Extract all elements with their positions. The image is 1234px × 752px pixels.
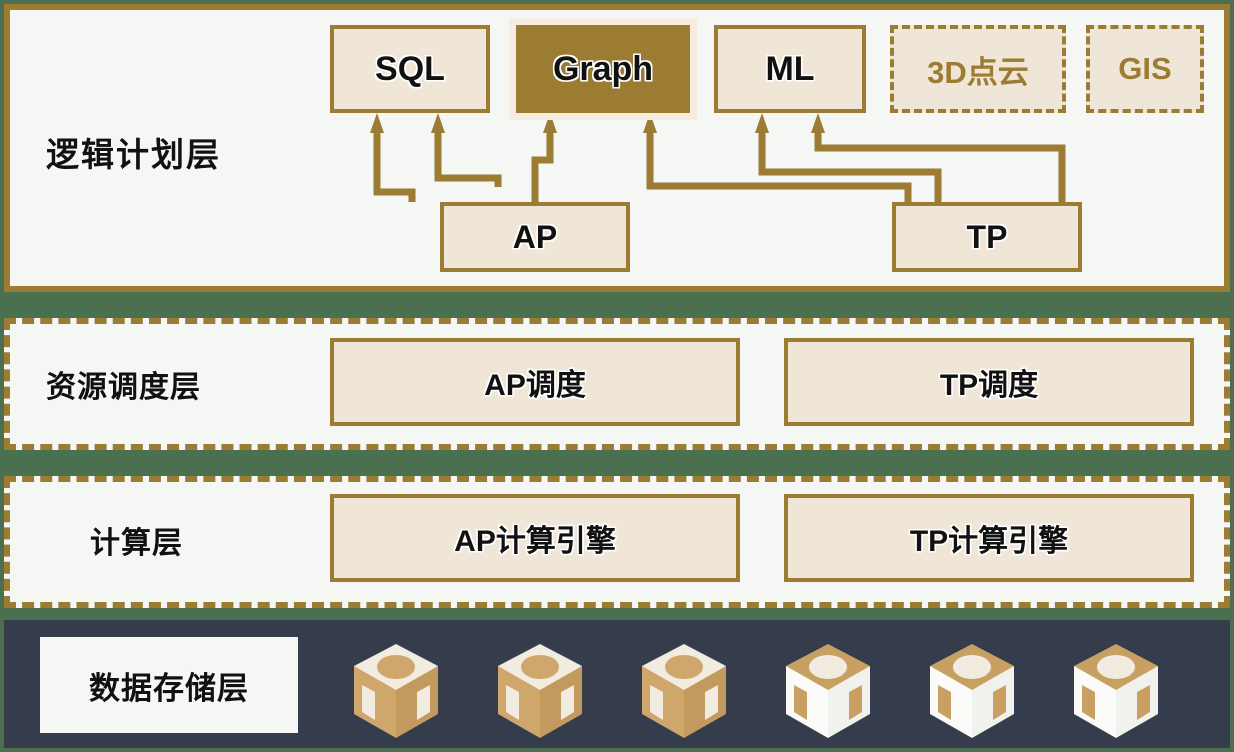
plan-node-graph-label: Graph (552, 49, 654, 88)
scheduler-node-tp-label: TP调度 (939, 369, 1039, 402)
plan-node-ml[interactable]: ML (714, 25, 866, 113)
storage-cube-icon (1068, 638, 1164, 751)
compute-layer-title: 计算层 (90, 527, 183, 560)
engine-node-tp[interactable]: TP (892, 202, 1082, 272)
plan-node-gis-label: GIS (1118, 51, 1172, 86)
storage-cube-icon (348, 638, 444, 751)
compute-node-tp-engine[interactable]: TP计算引擎 (784, 494, 1194, 582)
storage-cube-icon (924, 638, 1020, 751)
compute-node-ap-engine[interactable]: AP计算引擎 (330, 494, 740, 582)
plan-node-3d-point-cloud[interactable]: 3D点云 (890, 25, 1066, 113)
plan-node-gis[interactable]: GIS (1086, 25, 1204, 113)
compute-node-tp-engine-label: TP计算引擎 (909, 525, 1069, 558)
storage-cube-icon (492, 638, 588, 751)
logic-plan-layer-title: 逻辑计划层 (46, 136, 221, 173)
plan-node-sql-label: SQL (375, 49, 445, 88)
plan-node-3d-point-cloud-label: 3D点云 (927, 54, 1029, 90)
scheduler-node-ap-label: AP调度 (484, 369, 586, 402)
engine-node-tp-label: TP (966, 218, 1008, 255)
storage-layer-title: 数据存储层 (89, 670, 249, 706)
scheduler-node-tp[interactable]: TP调度 (784, 338, 1194, 426)
scheduler-layer-title: 资源调度层 (46, 371, 201, 404)
plan-node-graph[interactable]: Graph (509, 18, 697, 120)
plan-node-ml-label: ML (765, 49, 815, 88)
storage-layer-title-box: 数据存储层 (40, 637, 298, 733)
plan-node-sql[interactable]: SQL (330, 25, 490, 113)
compute-node-ap-engine-label: AP计算引擎 (454, 525, 616, 558)
engine-node-ap[interactable]: AP (440, 202, 630, 272)
scheduler-node-ap[interactable]: AP调度 (330, 338, 740, 426)
storage-cube-icon (780, 638, 876, 751)
engine-node-ap-label: AP (512, 218, 558, 255)
storage-cube-icon (636, 638, 732, 751)
